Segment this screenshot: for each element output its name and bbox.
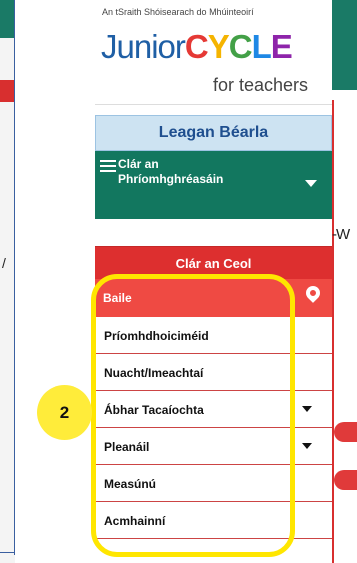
map-pin-icon <box>303 283 323 303</box>
background-bar <box>0 80 15 102</box>
main-menu-toggle[interactable]: Clár an Phríomhghréasáin <box>95 151 332 219</box>
background-page-left: / <box>0 0 15 563</box>
site-logo[interactable]: An tSraith Shóisearach do Mhúinteoirí Ju… <box>95 0 332 105</box>
background-button <box>334 470 357 490</box>
main-menu-label: Clár an Phríomhghréasáin <box>118 157 224 186</box>
background-border-bottom <box>0 552 15 553</box>
hamburger-icon <box>100 160 116 175</box>
background-border <box>14 0 15 555</box>
chevron-down-icon <box>305 180 317 187</box>
logo-subtitle: for teachers <box>212 75 308 95</box>
language-toggle-button[interactable]: Leagan Béarla <box>95 115 332 151</box>
chevron-down-icon[interactable] <box>302 443 312 449</box>
background-header <box>0 0 15 38</box>
background-page-right: -W <box>332 0 357 563</box>
background-header <box>332 0 357 90</box>
logo-letter: Y <box>207 28 230 65</box>
background-button <box>334 422 357 442</box>
logo-letter: L <box>251 28 272 65</box>
chevron-down-icon[interactable] <box>302 406 312 412</box>
step-number-badge: 2 <box>37 385 92 440</box>
background-glyph: / <box>2 255 6 271</box>
background-divider <box>332 100 334 563</box>
logo-wordmark: JuniorCYCLE <box>101 28 293 66</box>
logo-junior-text: Junior <box>101 28 186 65</box>
highlight-annotation-box <box>91 274 295 557</box>
logo-letter: C <box>228 28 253 65</box>
logo-letter: C <box>184 28 209 65</box>
logo-tagline: An tSraith Shóisearach do Mhúinteoirí <box>102 7 254 17</box>
background-glyph: -W <box>332 226 350 243</box>
logo-letter: E <box>270 28 293 65</box>
